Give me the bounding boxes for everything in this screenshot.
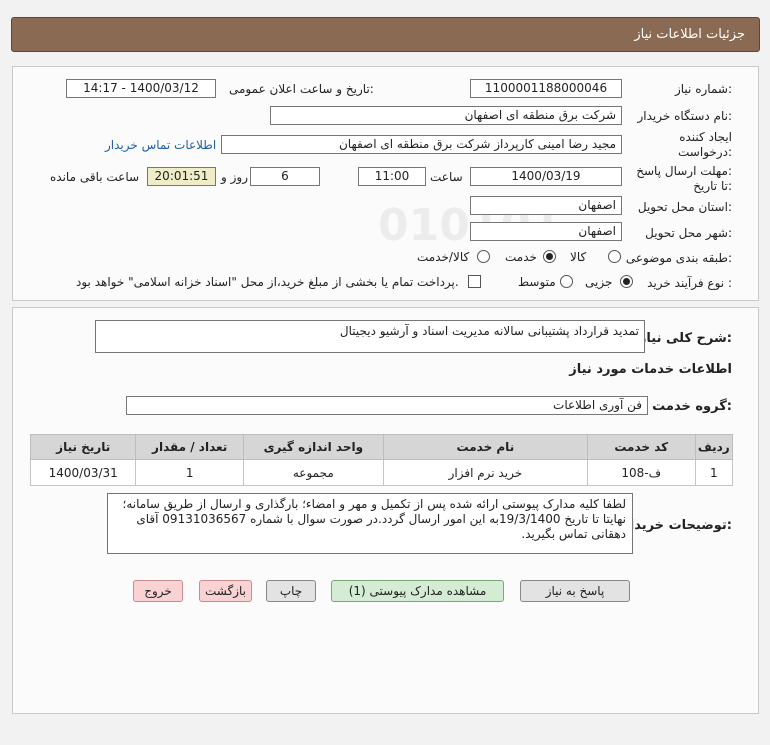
cell-need-date: 1400/03/31 xyxy=(29,459,137,486)
process-option-minor: جزیی xyxy=(585,275,613,289)
cell-service-code: ف-108 xyxy=(587,459,696,486)
deadline-time-field: 11:00 xyxy=(358,167,426,186)
category-option-goods: کالا xyxy=(570,250,587,264)
cell-quantity: 1 xyxy=(135,459,244,486)
category-radio-goods-service[interactable] xyxy=(477,250,490,263)
buyer-org-field: شرکت برق منطقه ای اصفهان xyxy=(270,106,622,125)
col-need-date: تاریخ نیاز xyxy=(29,434,137,460)
buyer-contact-link[interactable]: اطلاعات تماس خریدار xyxy=(105,138,216,152)
deadline-time-label: ساعت xyxy=(430,170,463,184)
cell-row: 1 xyxy=(694,459,734,486)
page-title: جزئیات اطلاعات نیاز xyxy=(634,27,745,42)
reply-button[interactable]: پاسخ به نیاز xyxy=(520,580,630,602)
description-label: شرح کلی نیاز: xyxy=(638,331,732,346)
view-attachments-button[interactable]: مشاهده مدارک پیوستی (1) xyxy=(331,580,504,602)
days-label: روز و xyxy=(221,170,248,184)
creator-field: مجید رضا امینی کارپرداز شرکت برق منطقه ا… xyxy=(221,135,622,154)
print-button[interactable]: چاپ xyxy=(266,580,316,602)
remaining-label: ساعت باقی مانده xyxy=(50,170,140,184)
page-header: جزئیات اطلاعات نیاز xyxy=(11,17,760,52)
col-service-code: کد خدمت xyxy=(587,434,696,460)
table-header-row: ردیف کد خدمت نام خدمت واحد اندازه گیری ت… xyxy=(29,434,734,460)
process-radio-minor[interactable] xyxy=(620,275,633,288)
treasury-payment-note: پرداخت تمام یا بخشی از مبلغ خرید،از محل … xyxy=(76,275,459,289)
category-label: طبقه بندی موضوعی: xyxy=(625,251,732,265)
service-group-label: گروه خدمت: xyxy=(652,399,732,414)
category-option-goods-service: کالا/خدمت xyxy=(417,250,470,264)
deadline-date-field: 1400/03/19 xyxy=(470,167,622,186)
process-radio-medium[interactable] xyxy=(560,275,573,288)
creator-label: ایجاد کننده xyxy=(679,130,732,144)
remaining-time-field: 20:01:51 xyxy=(147,167,216,186)
back-button[interactable]: بازگشت xyxy=(199,580,252,602)
deadline-label-2: تا تاریخ: xyxy=(693,179,732,193)
city-field: اصفهان xyxy=(470,222,622,241)
category-option-service: خدمت xyxy=(505,250,537,264)
process-label: نوع فرآیند خرید : xyxy=(647,276,732,290)
col-quantity: تعداد / مقدار xyxy=(135,434,244,460)
province-field: اصفهان xyxy=(470,196,622,215)
col-service-name: نام خدمت xyxy=(382,434,589,460)
need-number-label: شماره نیاز: xyxy=(674,82,732,96)
service-group-field: فن آوری اطلاعات xyxy=(126,396,648,415)
buyer-org-label: نام دستگاه خریدار: xyxy=(637,109,733,123)
city-label: شهر محل تحویل: xyxy=(645,226,732,240)
deadline-label: مهلت ارسال پاسخ: xyxy=(636,164,732,178)
announce-datetime-field: 1400/03/12 - 14:17 xyxy=(66,79,216,98)
need-number-field: 1100001188000046 xyxy=(470,79,622,98)
category-radio-goods[interactable] xyxy=(608,250,621,263)
services-table: ردیف کد خدمت نام خدمت واحد اندازه گیری ت… xyxy=(29,434,734,486)
buyer-notes-field: لطفا کلیه مدارک پیوستی ارائه شده پس از ت… xyxy=(107,493,633,554)
exit-button[interactable]: خروج xyxy=(133,580,183,602)
col-row: ردیف xyxy=(694,434,734,460)
buyer-notes-label: توضیحات خریدار: xyxy=(622,518,732,533)
treasury-checkbox[interactable] xyxy=(468,275,481,288)
description-field: تمدید قرارداد پشتیبانی سالانه مدیریت اسن… xyxy=(95,320,645,353)
services-section-title: اطلاعات خدمات مورد نیاز xyxy=(569,362,732,377)
days-remaining-field: 6 xyxy=(250,167,320,186)
table-row: 1 ف-108 خرید نرم افزار مجموعه 1 1400/03/… xyxy=(29,459,734,486)
category-radio-service[interactable] xyxy=(543,250,556,263)
announce-label: تاریخ و ساعت اعلان عمومی: xyxy=(229,82,374,96)
col-unit: واحد اندازه گیری xyxy=(242,434,384,460)
creator-label-2: درخواست: xyxy=(678,145,732,159)
process-option-medium: متوسط xyxy=(518,275,556,289)
province-label: استان محل تحویل: xyxy=(637,200,732,214)
cell-service-name: خرید نرم افزار xyxy=(382,459,589,486)
cell-unit: مجموعه xyxy=(242,459,384,486)
